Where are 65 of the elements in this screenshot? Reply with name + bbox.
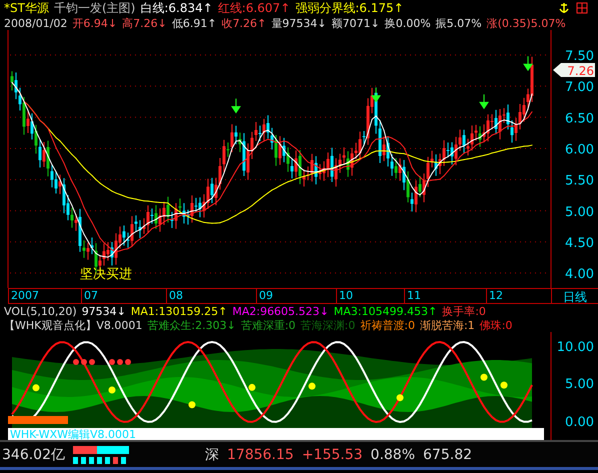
date-label: 10	[336, 289, 404, 303]
date-label: 07	[81, 289, 166, 303]
date-label: 08	[166, 289, 256, 303]
quote-field: 收7.26↑	[222, 16, 266, 30]
indicator-name: 【WHK观音点化】V8.0001	[4, 318, 142, 332]
price-tag: 7.26	[553, 63, 595, 78]
indicator-value: 苦难深重:0	[240, 318, 296, 332]
axis-label: 5.00	[565, 377, 594, 392]
volume-label: VOL(5,10,20)	[4, 304, 77, 318]
axis-label: 0.00	[565, 415, 594, 430]
date-label: 12	[486, 289, 536, 303]
date-label: 11	[404, 289, 486, 303]
market-label: 深	[205, 446, 219, 464]
indicator-value: 苦海深渊:0	[300, 318, 356, 332]
index-amount: 675.82	[423, 446, 472, 462]
volume-value: MA2:96605.523↓	[232, 304, 329, 318]
period-label[interactable]: 日线	[551, 289, 598, 303]
quote-date: 2008/01/02	[4, 16, 68, 30]
line-value: 强弱分界线:6.175↑	[295, 0, 404, 16]
quote-field: 低6.91↑	[172, 16, 217, 30]
index-percent: 0.88%	[370, 446, 416, 462]
volume-value: 97534↓	[82, 304, 126, 318]
volume-value: 换手率:0	[442, 304, 486, 318]
quote-field: 量97534↓	[271, 16, 326, 30]
signal-label: 坚决买进	[80, 267, 132, 282]
indicator-caption: WHK-WXW编辑V8.0001	[10, 428, 136, 440]
quote-field: 换0.00%	[384, 16, 431, 30]
axis-label: 7.00	[565, 80, 594, 96]
axis-label: 6.00	[565, 142, 594, 158]
down-arrow-icon	[231, 98, 241, 114]
signal-bar	[8, 416, 68, 424]
quote-field: 高7.26↓	[122, 16, 167, 30]
bead-dots-drawing	[73, 359, 131, 365]
indicator-value: 苦难众生:2.303↓	[147, 318, 236, 332]
indicator-value: 渐脱苦海:1	[420, 318, 475, 332]
down-arrow-icon	[479, 94, 489, 110]
axis-label: 10.00	[556, 340, 594, 355]
formula-name: 千钧一发(主图)	[54, 0, 136, 16]
axis-label: 6.50	[565, 111, 594, 126]
window-icon[interactable]	[576, 2, 588, 14]
stock-name: *ST华源	[4, 0, 49, 16]
indicator-value: 佛珠:0	[480, 318, 512, 332]
turnover-value: 346.02亿	[2, 446, 65, 464]
anchor-icon[interactable]	[558, 2, 570, 14]
down-arrow-icon	[371, 87, 381, 103]
line-value: 白线:6.834↑	[140, 0, 213, 16]
bar-meter-icon	[73, 446, 129, 464]
indicator-value: 祈祷普渡:0	[360, 318, 415, 332]
index-change: +155.53	[302, 446, 363, 462]
index-value: 17856.15	[227, 446, 294, 462]
line-value: 红线:6.607↑	[218, 0, 290, 16]
quote-field: 开6.94↓	[72, 16, 118, 30]
quote-field: 涨(0.35)5.07%	[486, 16, 566, 30]
down-arrow-icon	[523, 56, 533, 72]
quote-field: 额7071↓	[332, 16, 380, 30]
axis-label: 4.00	[565, 267, 594, 282]
volume-value: MA1:130159.25↑	[130, 304, 228, 318]
axis-label: 5.00	[565, 204, 594, 220]
volume-value: MA3:105499.453↑	[334, 304, 438, 318]
axis-label: 7.50	[565, 49, 594, 64]
axis-label: 5.50	[565, 174, 594, 189]
date-label: 09	[256, 289, 336, 303]
axis-label: 4.50	[565, 236, 594, 251]
quote-field: 振5.07%	[436, 16, 482, 30]
date-label: 2007	[8, 289, 81, 303]
